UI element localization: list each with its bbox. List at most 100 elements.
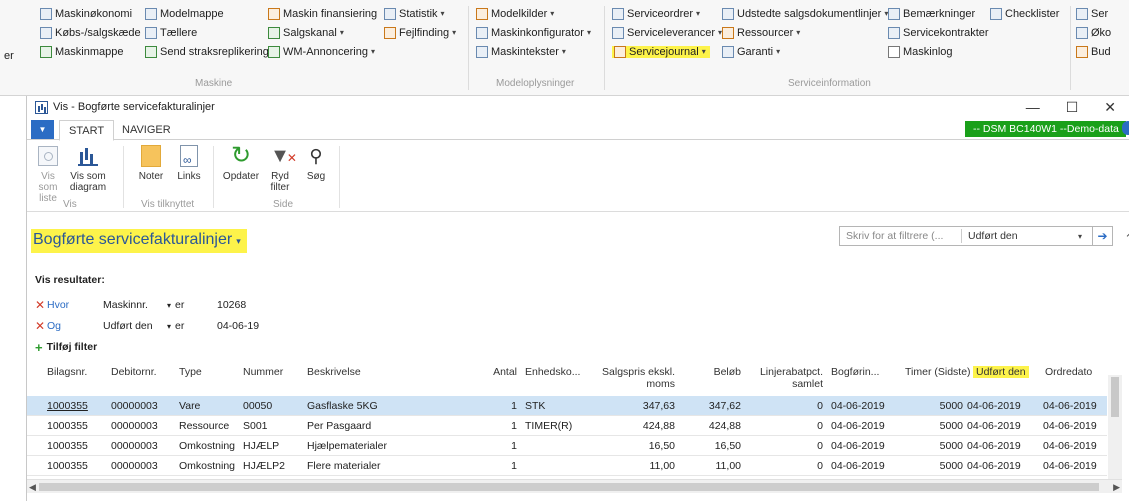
- ribbon-item-maskinkonfigurator[interactable]: Maskinkonfigurator ▾: [476, 23, 591, 42]
- ribbon-item-bud[interactable]: Bud: [1076, 42, 1111, 61]
- ribbon-item-bemaerkninger[interactable]: Bemærkninger: [888, 4, 989, 23]
- links-button[interactable]: Links: [173, 144, 205, 182]
- chevron-down-icon: ▾: [236, 236, 241, 246]
- maximize-button[interactable]: ☐: [1066, 99, 1079, 116]
- ribbon-item-taellere[interactable]: Tællere: [145, 23, 269, 42]
- scroll-thumb[interactable]: [1111, 377, 1119, 417]
- col-header-beloeb[interactable]: Beløb: [697, 366, 741, 378]
- chart-view-button[interactable]: Vis som diagram: [67, 144, 109, 193]
- cell-ordredato: 04-06-2019: [1043, 440, 1097, 452]
- command-separator: [123, 146, 124, 208]
- table-row[interactable]: 1000355 00000003 Ressource S001 Per Pasgaard…: [27, 416, 1107, 436]
- chevron-down-icon: ▾: [550, 9, 555, 18]
- filter-value[interactable]: 04-06-19: [217, 320, 259, 332]
- apply-filter-button[interactable]: ➔: [1093, 226, 1113, 246]
- cell-bilagsnr[interactable]: 1000355: [47, 460, 88, 472]
- col-header-nummer[interactable]: Nummer: [243, 366, 283, 378]
- filter-field[interactable]: Maskinnr.: [103, 299, 167, 311]
- ribbon-item-oko[interactable]: Øko: [1076, 23, 1111, 42]
- ribbon-item-udstedte-salgsdokumentlinjer[interactable]: Udstedte salgsdokumentlinjer ▾: [722, 4, 888, 23]
- filter-value[interactable]: 10268: [217, 299, 246, 311]
- col-header-udfoert[interactable]: Udført den: [973, 366, 1029, 378]
- ribbon-item-modelmappe[interactable]: Modelmappe: [145, 4, 269, 23]
- ribbon-item-wm-annoncering[interactable]: WM-Annoncering ▾: [268, 42, 377, 61]
- col-header-enhed[interactable]: Enhedsko...: [525, 366, 580, 378]
- list-view-button[interactable]: Vis som liste: [33, 144, 63, 204]
- table-row[interactable]: 1000355 00000003 Vare 00050 Gasflaske 5KG 1 ST…: [27, 396, 1107, 416]
- ribbon-item-koebs-salgskaede[interactable]: Købs-/salgskæde: [40, 23, 141, 42]
- page-title[interactable]: Bogførte servicefakturalinjer ▾: [31, 229, 247, 253]
- ribbon-item-garanti[interactable]: Garanti ▾: [722, 42, 888, 61]
- filter-field-select[interactable]: Udført den: [962, 230, 1078, 242]
- cell-debitornr: 00000003: [111, 460, 158, 472]
- col-header-timer[interactable]: Timer (Sidste): [905, 366, 971, 378]
- ribbon-item-send-straksreplikering[interactable]: Send straksreplikering: [145, 42, 269, 61]
- chevron-down-icon[interactable]: ▾: [1078, 232, 1092, 241]
- refresh-button[interactable]: ↻ Opdater: [221, 144, 261, 183]
- ribbon-item-maskintekster[interactable]: Maskintekster ▾: [476, 42, 591, 61]
- filter-operator[interactable]: ▾ er: [167, 320, 217, 332]
- col-header-debitornr[interactable]: Debitornr.: [111, 366, 157, 378]
- filter-operator[interactable]: ▾ er: [167, 299, 217, 311]
- search-filter-box[interactable]: Skriv for at filtrere (... Udført den ▾: [839, 226, 1093, 246]
- minimize-button[interactable]: —: [1026, 99, 1040, 115]
- ribbon-item-serviceordrer[interactable]: Serviceordrer ▾: [612, 4, 722, 23]
- scroll-thumb[interactable]: [39, 483, 1099, 491]
- tab-start[interactable]: START: [59, 120, 115, 141]
- scroll-right-icon[interactable]: ▶: [1113, 480, 1120, 494]
- cell-bilagsnr[interactable]: 1000355: [47, 440, 88, 452]
- col-header-rabat[interactable]: Linjerabatpct. samlet: [753, 366, 823, 390]
- ribbon-item-label: Maskinøkonomi: [55, 7, 133, 20]
- ribbon-item-label: Garanti: [737, 45, 774, 58]
- table-row[interactable]: 1000355 00000003 Omkostning HJÆLP2 Flere mat…: [27, 456, 1107, 476]
- remove-filter-icon[interactable]: ✕: [35, 298, 47, 312]
- horizontal-scrollbar[interactable]: ◀ ▶: [27, 479, 1122, 493]
- scroll-left-icon[interactable]: ◀: [29, 480, 36, 494]
- cell-bilagsnr[interactable]: 1000355: [47, 400, 88, 412]
- pin-icon[interactable]: ↗: [1125, 226, 1129, 240]
- col-header-antal[interactable]: Antal: [477, 366, 517, 378]
- filter-field[interactable]: Udført den: [103, 320, 167, 332]
- cell-udfoert: 04-06-2019: [967, 400, 1021, 412]
- ribbon-item-ressourcer[interactable]: Ressourcer ▾: [722, 23, 888, 42]
- ribbon-item-maskinmappe[interactable]: Maskinmappe: [40, 42, 141, 61]
- ribbon-item-checklister[interactable]: Checklister: [990, 4, 1059, 23]
- ribbon-item-serviceleverancer[interactable]: Serviceleverancer ▾: [612, 23, 722, 42]
- filter-keyword[interactable]: Og: [47, 320, 103, 332]
- ribbon-item-salgskanal[interactable]: Salgskanal ▾: [268, 23, 377, 42]
- add-filter-button[interactable]: + Tilføj filter: [35, 338, 259, 356]
- col-header-ordredato[interactable]: Ordredato: [1045, 366, 1092, 378]
- search-input[interactable]: Skriv for at filtrere (...: [840, 229, 962, 243]
- ribbon-item-fejlfinding[interactable]: Fejlfinding ▾: [384, 23, 456, 42]
- tab-navigate[interactable]: NAVIGER: [113, 120, 180, 141]
- app-menu-button[interactable]: ▼: [31, 120, 54, 139]
- vertical-scrollbar[interactable]: [1108, 375, 1122, 479]
- ribbon-item-statistik[interactable]: Statistik ▾: [384, 4, 456, 23]
- close-button[interactable]: ✕: [1104, 99, 1116, 116]
- filter-keyword[interactable]: Hvor: [47, 299, 103, 311]
- cell-bogfoering: 04-06-2019: [831, 420, 885, 432]
- help-icon[interactable]: [1122, 121, 1129, 135]
- ribbon-item-maskin-finansiering[interactable]: Maskin finansiering: [268, 4, 377, 23]
- cell-bilagsnr[interactable]: 1000355: [47, 420, 88, 432]
- ribbon-item-servicejournal[interactable]: Servicejournal ▾: [612, 42, 722, 61]
- chart-view-label: Vis som diagram: [69, 171, 107, 193]
- find-button[interactable]: ⚲ Søg: [301, 144, 331, 182]
- clear-filter-button[interactable]: ▼ Ryd filter: [265, 144, 297, 193]
- notes-button[interactable]: Noter: [135, 144, 167, 182]
- ribbon-item-maskinlog[interactable]: Maskinlog: [888, 42, 989, 61]
- col-header-salgspris[interactable]: Salgspris ekskl. moms: [591, 366, 675, 390]
- remove-filter-icon[interactable]: ✕: [35, 319, 47, 333]
- ribbon-item-servicekontrakter[interactable]: Servicekontrakter: [888, 23, 989, 42]
- col-header-bogfoering[interactable]: Bogførin...: [831, 366, 879, 378]
- chevron-down-icon: ▾: [796, 28, 801, 37]
- ribbon-item-modelkilder[interactable]: Modelkilder ▾: [476, 4, 591, 23]
- ribbon-item-maskinoekonomi[interactable]: Maskinøkonomi: [40, 4, 141, 23]
- table-row[interactable]: 1000355 00000003 Omkostning HJÆLP Hjælpemate…: [27, 436, 1107, 456]
- ribbon-prefix: er: [4, 8, 14, 65]
- col-header-bilagsnr[interactable]: Bilagsnr.: [47, 366, 87, 378]
- cell-bogfoering: 04-06-2019: [831, 460, 885, 472]
- ribbon-item-ser[interactable]: Ser: [1076, 4, 1111, 23]
- col-header-beskrivelse[interactable]: Beskrivelse: [307, 366, 361, 378]
- col-header-type[interactable]: Type: [179, 366, 202, 378]
